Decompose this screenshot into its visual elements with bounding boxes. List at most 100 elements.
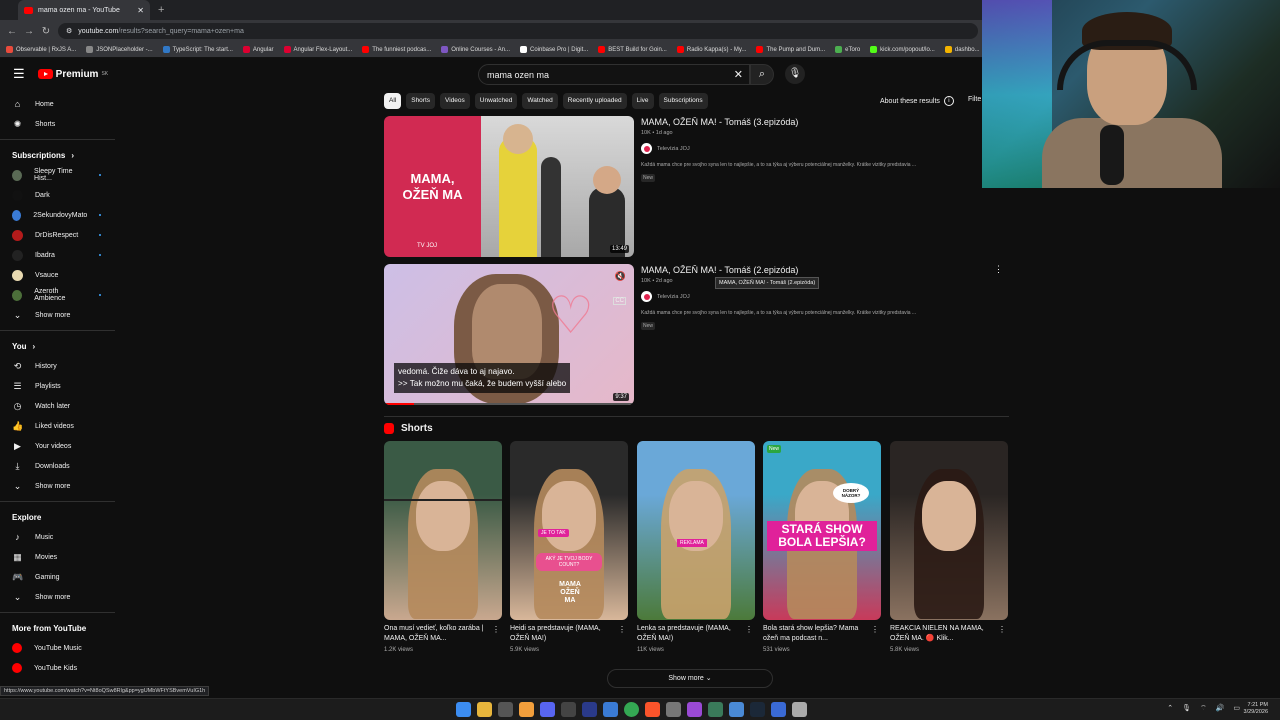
app-icon[interactable] xyxy=(666,702,681,717)
short-thumbnail[interactable]: JE TO TAK AKÝ JE TVOJ BODY COUNT? MAMA OŽE… xyxy=(510,441,628,620)
short-thumbnail[interactable] xyxy=(890,441,1008,620)
more-actions-icon[interactable]: ⋮ xyxy=(492,625,500,634)
short-title[interactable]: REAKCIA NIELEN NA MAMA, OŽEŇ MA. 🔴 Klik.… xyxy=(890,624,990,644)
back-icon[interactable]: ← xyxy=(7,26,17,37)
sidebar-item-subscription[interactable]: 2SekundovyMato xyxy=(0,205,115,225)
sidebar-item-watch-later[interactable]: ◷ Watch later xyxy=(0,396,115,416)
sidebar-item-movies[interactable]: ▦ Movies xyxy=(0,547,115,567)
video-title[interactable]: MAMA, OŽEŇ MA! - Tomáš (2.epizóda) xyxy=(641,265,1001,275)
more-actions-icon[interactable]: ⋮ xyxy=(745,625,753,634)
youtube-logo[interactable]: Premium SK xyxy=(37,69,108,80)
channel-avatar[interactable] xyxy=(641,291,652,302)
chip-videos[interactable]: Videos xyxy=(440,93,470,109)
bookmark-item[interactable]: Radio Kappa(s) - My... xyxy=(676,46,746,53)
new-tab-button[interactable]: + xyxy=(158,4,164,16)
filters-button[interactable]: Filte xyxy=(968,96,981,103)
close-tab-icon[interactable]: ✕ xyxy=(137,6,144,15)
mute-icon[interactable]: 🔇 xyxy=(615,271,626,282)
volume-icon[interactable]: 🔊 xyxy=(1216,704,1225,713)
bookmark-item[interactable]: The Pump and Dum... xyxy=(756,46,825,53)
chip-recently-uploaded[interactable]: Recently uploaded xyxy=(562,93,627,109)
channel-link[interactable]: Televízia JOJ xyxy=(641,291,1001,302)
bookmark-item[interactable]: kick.com/popout/lo... xyxy=(870,46,935,53)
captions-icon[interactable]: CC xyxy=(613,297,626,305)
chip-live[interactable]: Live xyxy=(631,93,654,109)
bookmark-item[interactable]: The funniest podcas... xyxy=(362,46,431,53)
sidebar-item-subscription[interactable]: Azeroth Ambience xyxy=(0,285,115,305)
short-title[interactable]: Ona musí vedieť, koľko zarába | MAMA, OŽ… xyxy=(384,624,484,644)
short-card[interactable]: STARÁ SHOW BOLA LEPŠIA? DOBRÝ NÁZOR? New Bo… xyxy=(763,441,881,653)
clear-search-icon[interactable]: ✕ xyxy=(734,68,743,81)
sidebar-item-shorts[interactable]: ✺ Shorts xyxy=(0,114,115,134)
short-card[interactable]: JE TO TAK AKÝ JE TVOJ BODY COUNT? MAMA OŽE… xyxy=(510,441,628,653)
bookmark-item[interactable]: JSONPlaceholder -... xyxy=(86,46,153,53)
bookmark-item[interactable]: Online Courses - An... xyxy=(441,46,510,53)
sidebar-item-gaming[interactable]: 🎮 Gaming xyxy=(0,567,115,587)
bookmark-item[interactable]: Coinbase Pro | Digit... xyxy=(520,46,588,53)
short-title[interactable]: Lenka sa predstavuje (MAMA, OŽEŇ MA!) xyxy=(637,624,737,644)
more-actions-icon[interactable]: ⋮ xyxy=(871,625,879,634)
channel-link[interactable]: Televízia JOJ xyxy=(641,143,1001,154)
steam-icon[interactable] xyxy=(750,702,765,717)
discord-icon[interactable] xyxy=(540,702,555,717)
forward-icon[interactable]: → xyxy=(24,26,34,37)
sidebar-item-youtube-kids[interactable]: YouTube Kids xyxy=(0,658,115,678)
chip-unwatched[interactable]: Unwatched xyxy=(474,93,518,109)
sidebar-item-subscription[interactable]: Vsauce xyxy=(0,265,115,285)
menu-icon[interactable]: ☰ xyxy=(13,66,25,82)
app-icon[interactable] xyxy=(603,702,618,717)
short-thumbnail[interactable] xyxy=(384,441,502,620)
photoshop-icon[interactable] xyxy=(582,702,597,717)
video-result[interactable]: ♡ 🔇 CC vedomá. Čiže dáva to aj najavo. >… xyxy=(384,264,1004,406)
more-actions-icon[interactable]: ⋮ xyxy=(618,625,626,634)
network-icon[interactable]: ⌔ xyxy=(1200,704,1207,713)
chevron-up-icon[interactable]: ⌃ xyxy=(1167,704,1173,713)
clock[interactable]: 7:21 PM 3/29/2026 xyxy=(1244,702,1268,716)
video-thumbnail[interactable]: MAMA, OŽEŇ MA TV JOJ 13:49 xyxy=(384,116,634,257)
channel-name[interactable]: Televízia JOJ xyxy=(657,146,690,152)
battery-icon[interactable]: ▭ xyxy=(1233,704,1240,713)
chrome-icon[interactable] xyxy=(624,702,639,717)
short-thumbnail[interactable]: REKLAMA xyxy=(637,441,755,620)
store-icon[interactable] xyxy=(498,702,513,717)
bookmark-item[interactable]: eToro xyxy=(835,46,860,53)
chip-shorts[interactable]: Shorts xyxy=(406,93,436,109)
short-title[interactable]: Bola stará show lepšia? Mama ožeň ma pod… xyxy=(763,624,863,644)
sidebar-item-subscription[interactable]: DrDisRespect xyxy=(0,225,115,245)
app-icon[interactable] xyxy=(561,702,576,717)
video-thumbnail-preview[interactable]: ♡ 🔇 CC vedomá. Čiže dáva to aj najavo. >… xyxy=(384,264,634,405)
bookmark-item[interactable]: TypeScript: The start... xyxy=(162,46,233,53)
app-icon[interactable] xyxy=(519,702,534,717)
sidebar-item-show-more[interactable]: ⌄ Show more xyxy=(0,476,115,496)
app-icon[interactable] xyxy=(729,702,744,717)
about-results-button[interactable]: About these results i xyxy=(880,96,954,106)
sidebar-section-heading[interactable]: More from YouTube xyxy=(0,618,115,638)
app-icon[interactable] xyxy=(687,702,702,717)
chip-all[interactable]: All xyxy=(384,93,402,109)
windows-icon[interactable] xyxy=(456,702,471,717)
browser-tab[interactable]: mama ozen ma - YouTube ✕ xyxy=(18,0,150,20)
bookmark-item[interactable]: dashbo... xyxy=(944,46,980,53)
sidebar-item-playlists[interactable]: ☰ Playlists xyxy=(0,376,115,396)
channel-name[interactable]: Televízia JOJ xyxy=(657,294,690,300)
voice-search-button[interactable]: 🎙 xyxy=(785,64,805,84)
file-explorer-icon[interactable] xyxy=(477,702,492,717)
site-info-icon[interactable]: ⚙ xyxy=(66,27,72,35)
app-icon[interactable] xyxy=(708,702,723,717)
short-card[interactable]: REKLAMA Lenka sa predstavuje (MAMA, OŽEŇ … xyxy=(637,441,755,653)
show-more-button[interactable]: Show more ⌄ xyxy=(607,669,773,688)
url-field[interactable]: ⚙ youtube.com/results?search_query=mama+… xyxy=(58,23,978,39)
bookmark-item[interactable]: Observable | RxJS A... xyxy=(6,46,76,53)
sidebar-section-heading[interactable]: Explore xyxy=(0,507,115,527)
chip-watched[interactable]: Watched xyxy=(522,93,558,109)
sidebar-item-show-more[interactable]: ⌄ Show more xyxy=(0,587,115,607)
sidebar-item-home[interactable]: ⌂ Home xyxy=(0,94,115,114)
sidebar-item-show-more[interactable]: ⌄ Show more xyxy=(0,305,115,325)
sidebar-item-youtube-music[interactable]: YouTube Music xyxy=(0,638,115,658)
sidebar-item-liked-videos[interactable]: 👍 Liked videos xyxy=(0,416,115,436)
sidebar-item-subscription[interactable]: Sleepy Time Hist... xyxy=(0,165,115,185)
chip-subscriptions[interactable]: Subscriptions xyxy=(658,93,708,109)
sidebar-item-subscription[interactable]: Ibadra xyxy=(0,245,115,265)
bookmark-item[interactable]: Angular xyxy=(242,46,274,53)
sidebar-section-heading[interactable]: Subscriptions › xyxy=(0,145,115,165)
